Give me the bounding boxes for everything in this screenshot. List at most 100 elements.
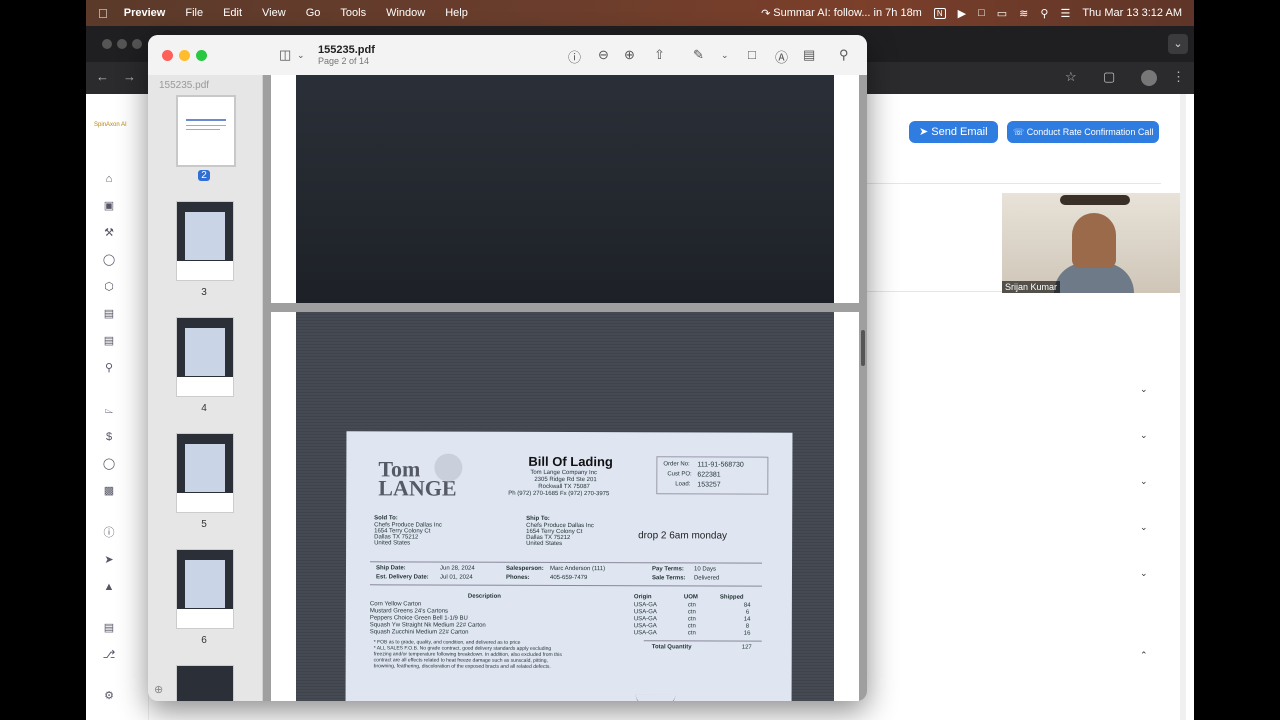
home-icon[interactable]: ⌂ xyxy=(102,172,116,186)
rotate-icon[interactable]: □ xyxy=(748,47,756,62)
cart-icon[interactable]: ⌳ xyxy=(102,403,116,417)
item-origin: USA-GA xyxy=(633,616,657,623)
window-icon[interactable]: □ xyxy=(978,7,985,19)
page-thumbnail-2[interactable] xyxy=(176,95,236,167)
menu-file[interactable]: File xyxy=(185,7,203,19)
page-thumbnail-3[interactable] xyxy=(176,201,234,281)
zoom-dot[interactable] xyxy=(132,39,142,49)
item-origin: USA-GA xyxy=(633,630,657,637)
page-number-2[interactable]: 2 xyxy=(176,170,232,181)
battery-icon[interactable]: ▭ xyxy=(997,7,1007,20)
tab-list-chevron-icon[interactable]: ⌄ xyxy=(1168,34,1188,54)
document-icon[interactable]: ▤ xyxy=(102,307,116,321)
box-icon[interactable]: ▣ xyxy=(102,199,116,213)
chevron-down-icon[interactable]: ⌄ xyxy=(1140,522,1148,533)
branch-icon[interactable]: ⎇ xyxy=(102,648,116,662)
menu-app-name[interactable]: Preview xyxy=(124,7,166,19)
wrench-icon[interactable]: ⚒ xyxy=(102,226,116,240)
play-icon[interactable]: ▶ xyxy=(958,7,966,20)
page-thumbnail-5[interactable] xyxy=(176,433,234,513)
add-page-icon[interactable]: ⊕ xyxy=(154,683,163,696)
search-icon[interactable]: ⚲ xyxy=(102,361,116,375)
message-icon[interactable]: ◯ xyxy=(102,457,116,471)
search-icon[interactable]: ⚲ xyxy=(839,47,849,63)
info-icon[interactable]: ⓘ xyxy=(102,526,116,540)
file-icon[interactable]: ▤ xyxy=(102,334,116,348)
dollar-icon[interactable]: $ xyxy=(102,430,116,444)
page-number-6[interactable]: 6 xyxy=(176,635,232,646)
back-icon[interactable]: ← xyxy=(96,69,109,84)
page-number-3[interactable]: 3 xyxy=(176,287,232,298)
thumb-text-line xyxy=(186,129,220,130)
ship-date: Jun 28, 2024 xyxy=(440,565,475,572)
sidebar-toggle-icon[interactable]: ◫ xyxy=(279,47,291,63)
page-number-5[interactable]: 5 xyxy=(176,519,232,530)
page-number-4[interactable]: 4 xyxy=(176,403,232,414)
total-quantity-label: Total Quantity xyxy=(651,644,692,651)
settings-icon[interactable]: ⚙ xyxy=(102,689,116,703)
divider xyxy=(370,561,763,564)
wifi-icon[interactable]: ≋ xyxy=(1019,7,1028,20)
page-thumbnail-6[interactable] xyxy=(176,549,234,629)
sale-terms-label: Sale Terms: xyxy=(651,575,686,582)
chat-icon[interactable]: ◯ xyxy=(102,253,116,267)
chevron-down-icon[interactable]: ⌄ xyxy=(1140,476,1148,487)
send-email-button[interactable]: ➤ Send Email xyxy=(909,121,998,143)
meeting-reminder[interactable]: Summar AI: follow... in 7h 18m xyxy=(773,7,922,19)
notes-icon[interactable]: ▤ xyxy=(102,621,116,635)
total-quantity: 127 xyxy=(741,644,752,651)
menu-go[interactable]: Go xyxy=(306,7,321,19)
preview-titlebar: ◫ ⌄ 155235.pdf Page 2 of 14 ⓘ ⊖ ⊕ ⇧ ✎ ⌄ … xyxy=(148,35,867,76)
menu-edit[interactable]: Edit xyxy=(223,7,242,19)
menu-help[interactable]: Help xyxy=(445,7,468,19)
chevron-down-icon[interactable]: ⌄ xyxy=(1140,430,1148,441)
thumb-dark-area xyxy=(177,666,233,701)
chevron-down-icon[interactable]: ⌄ xyxy=(1140,384,1148,395)
zoom-in-icon[interactable]: ⊕ xyxy=(624,47,635,63)
zoom-out-icon[interactable]: ⊖ xyxy=(598,47,609,63)
form-icon[interactable]: ▤ xyxy=(803,47,815,63)
control-center-icon[interactable]: ☰ xyxy=(1060,7,1070,20)
video-call-tile[interactable]: Srijan Kumar xyxy=(1002,193,1184,293)
extensions-icon[interactable]: ▢ xyxy=(1103,69,1115,85)
close-dot[interactable] xyxy=(102,39,112,49)
thumb-paper xyxy=(185,212,225,260)
bookmark-star-icon[interactable]: ☆ xyxy=(1065,69,1077,85)
forward-icon[interactable]: → xyxy=(123,69,136,84)
more-menu-icon[interactable]: ⋮ xyxy=(1172,69,1185,85)
page-scrollbar[interactable] xyxy=(1180,94,1186,720)
document-scrollbar[interactable] xyxy=(861,330,865,366)
page-thumbnail-7[interactable] xyxy=(176,665,234,701)
close-button[interactable] xyxy=(162,50,173,61)
profile-avatar[interactable] xyxy=(1141,70,1157,86)
chevron-down-icon[interactable]: ⌄ xyxy=(297,50,305,61)
thumbnail-sidebar: 155235.pdf 2 3 4 5 6 ⊕ xyxy=(148,75,263,701)
markup-pen-icon[interactable]: ✎ xyxy=(693,47,704,63)
company-address-2: Rockwall TX 75087 xyxy=(538,483,590,491)
chevron-up-icon[interactable]: ⌃ xyxy=(1140,650,1148,661)
annotate-icon[interactable]: Ⓐ xyxy=(775,47,788,66)
zoom-button[interactable] xyxy=(196,50,207,61)
menu-tools[interactable]: Tools xyxy=(340,7,366,19)
minimize-button[interactable] xyxy=(179,50,190,61)
info-icon[interactable]: ⓘ xyxy=(568,47,581,66)
minimize-dot[interactable] xyxy=(117,39,127,49)
chart-icon[interactable]: ▩ xyxy=(102,484,116,498)
menu-window[interactable]: Window xyxy=(386,7,425,19)
chevron-down-icon[interactable]: ⌄ xyxy=(721,50,729,61)
menu-view[interactable]: View xyxy=(262,7,286,19)
send-icon[interactable]: ➤ xyxy=(102,553,116,567)
bell-icon[interactable]: ▲ xyxy=(102,580,116,594)
apple-icon[interactable]:  xyxy=(98,6,108,21)
meeting-icon[interactable]: ↷ xyxy=(761,7,770,20)
rate-confirmation-call-button[interactable]: ☏ Conduct Rate Confirmation Call xyxy=(1007,121,1160,143)
page-thumbnail-4[interactable] xyxy=(176,317,234,397)
document-view[interactable]: Tom LANGE Bill Of Lading Tom Lange Compan… xyxy=(263,75,867,701)
clock[interactable]: Thu Mar 13 3:12 AM xyxy=(1082,7,1182,19)
share-icon[interactable]: ⇧ xyxy=(654,47,665,63)
package-icon[interactable]: ⬡ xyxy=(102,280,116,294)
item-uom: ctn xyxy=(687,616,696,623)
chevron-down-icon[interactable]: ⌄ xyxy=(1140,568,1148,579)
notion-icon[interactable]: N xyxy=(933,7,946,19)
spotlight-icon[interactable]: ⚲ xyxy=(1040,7,1048,20)
